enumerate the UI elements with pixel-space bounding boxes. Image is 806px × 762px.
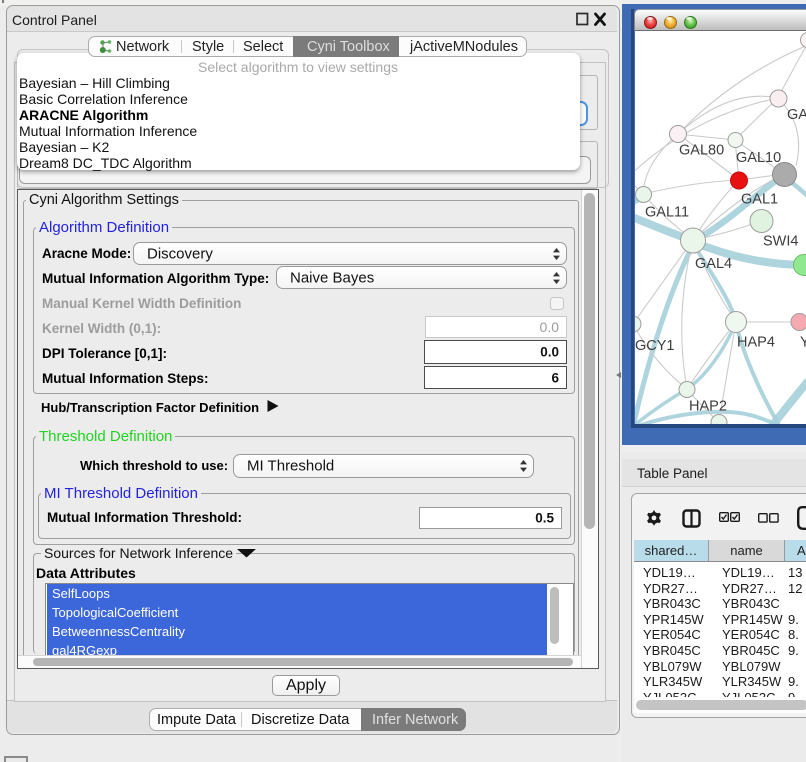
svg-text:GAL10: GAL10 [736, 150, 781, 166]
svg-text:GAL: GAL [787, 107, 806, 123]
svg-text:HAP2: HAP2 [689, 399, 727, 415]
svg-text:Y: Y [800, 335, 806, 351]
svg-text:GAL4: GAL4 [695, 256, 732, 272]
svg-text:GCY1: GCY1 [635, 338, 675, 354]
svg-text:HAP4: HAP4 [737, 335, 775, 351]
svg-text:GAL11: GAL11 [645, 205, 689, 221]
svg-text:GAL1: GAL1 [741, 192, 778, 208]
svg-text:SWI4: SWI4 [763, 234, 798, 250]
svg-text:GAL80: GAL80 [679, 143, 724, 159]
